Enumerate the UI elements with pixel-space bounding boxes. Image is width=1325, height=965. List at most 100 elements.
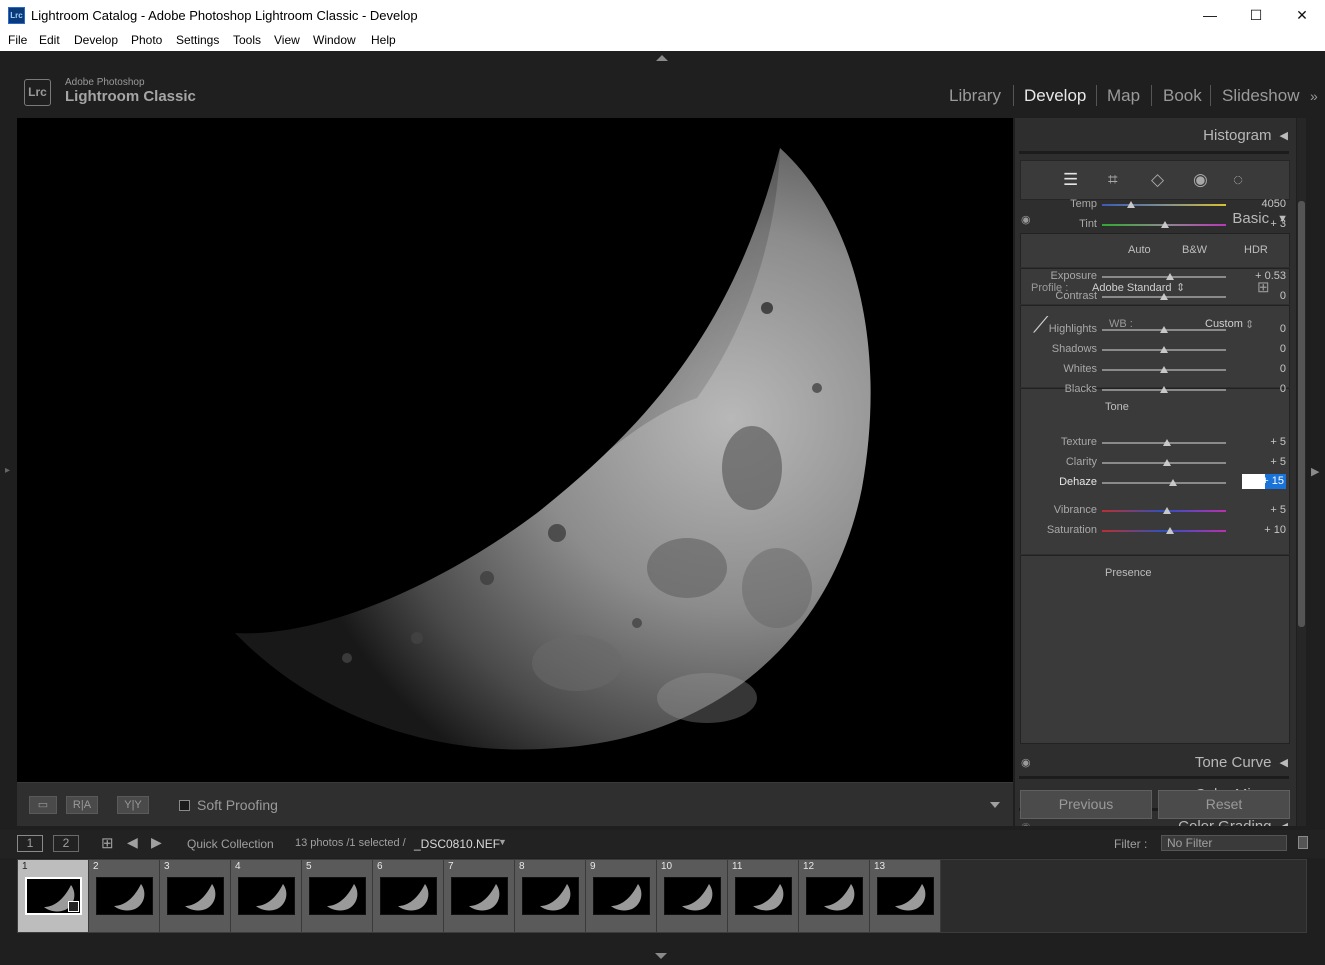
secondary-window-button[interactable]: 2 — [53, 835, 79, 852]
toolbar-content-dropdown-icon[interactable] — [990, 802, 1000, 808]
tone-curve-visibility-eye-icon[interactable]: ◉ — [1021, 756, 1031, 769]
filmstrip-thumbnail[interactable]: 9 — [586, 860, 657, 932]
slider-value-exposure[interactable]: + 0.53 — [1244, 270, 1286, 282]
loupe-view-button[interactable]: ▭ — [29, 796, 57, 814]
thumbnail-number: 11 — [732, 861, 743, 872]
slider-thumb-temp[interactable] — [1126, 201, 1135, 208]
minimize-button[interactable]: — — [1187, 0, 1233, 31]
menu-photo[interactable]: Photo — [131, 33, 162, 47]
slider-thumb-vibrance[interactable] — [1163, 507, 1172, 514]
more-modules-icon[interactable]: » — [1310, 88, 1318, 104]
menu-window[interactable]: Window — [313, 33, 356, 47]
slider-thumb-highlights[interactable] — [1160, 326, 1168, 333]
slider-thumb-blacks[interactable] — [1160, 386, 1168, 393]
menu-file[interactable]: File — [8, 33, 27, 47]
reset-button[interactable]: Reset — [1158, 790, 1290, 819]
slider-thumb-clarity[interactable] — [1163, 459, 1172, 466]
menu-view[interactable]: View — [274, 33, 300, 47]
slider-track-dehaze[interactable] — [1102, 482, 1226, 484]
slider-value-contrast[interactable]: 0 — [1244, 290, 1286, 302]
slider-track-temp[interactable] — [1102, 204, 1226, 206]
slider-thumb-dehaze[interactable] — [1169, 479, 1178, 486]
slider-value-highlights[interactable]: 0 — [1244, 323, 1286, 335]
slider-value-clarity[interactable]: + 5 — [1244, 456, 1286, 468]
filmstrip-thumbnail[interactable]: 4 — [231, 860, 302, 932]
right-panel-scroll-thumb[interactable] — [1298, 201, 1305, 627]
menu-edit[interactable]: Edit — [39, 33, 60, 47]
slider-thumb-saturation[interactable] — [1166, 527, 1175, 534]
soft-proofing-checkbox[interactable] — [179, 800, 190, 811]
hdr-button[interactable]: HDR — [1244, 244, 1268, 256]
maximize-button[interactable]: ☐ — [1233, 0, 1279, 31]
slider-value-tint[interactable]: + 3 — [1244, 218, 1286, 230]
slider-thumb-exposure[interactable] — [1166, 273, 1175, 280]
slider-value-whites[interactable]: 0 — [1244, 363, 1286, 375]
profile-updown-icon[interactable]: ⇕ — [1176, 281, 1185, 294]
filename-dropdown-icon[interactable]: ▼ — [498, 837, 507, 847]
filter-lock-icon[interactable] — [1298, 836, 1308, 849]
slider-value-shadows[interactable]: 0 — [1244, 343, 1286, 355]
before-after-left-right-button[interactable]: R|A — [66, 796, 98, 814]
filmstrip-thumbnail[interactable]: 10 — [657, 860, 728, 932]
slider-thumb-contrast[interactable] — [1160, 293, 1168, 300]
before-after-top-bottom-button[interactable]: Y|Y — [117, 796, 149, 814]
right-panel-toggle-icon[interactable]: ▶ — [1311, 465, 1319, 478]
module-library[interactable]: Library — [949, 86, 1001, 106]
filmstrip-source[interactable]: Quick Collection — [187, 837, 274, 851]
close-button[interactable]: ✕ — [1279, 0, 1325, 31]
filter-select[interactable]: No Filter — [1161, 835, 1287, 851]
filmstrip-thumbnail[interactable]: 6 — [373, 860, 444, 932]
slider-track-saturation[interactable] — [1102, 530, 1226, 532]
module-develop[interactable]: Develop — [1024, 86, 1086, 106]
back-arrow-icon[interactable]: ◀ — [127, 834, 138, 851]
filmstrip-thumbnail[interactable]: 11 — [728, 860, 799, 932]
photo-viewer[interactable] — [17, 118, 1013, 782]
left-panel-toggle-icon[interactable]: ▸ — [5, 465, 10, 476]
filmstrip-thumbnail[interactable]: 3 — [160, 860, 231, 932]
color-grading-visibility-eye-icon[interactable]: ◉ — [1021, 820, 1031, 826]
filmstrip-filename[interactable]: _DSC0810.NEF — [414, 837, 500, 851]
slider-thumb-tint[interactable] — [1161, 221, 1170, 228]
auto-button[interactable]: Auto — [1128, 244, 1151, 256]
grid-view-icon[interactable]: ⊞ — [101, 834, 114, 852]
module-map[interactable]: Map — [1107, 86, 1140, 106]
menu-tools[interactable]: Tools — [233, 33, 261, 47]
slider-value-saturation[interactable]: + 10 — [1244, 524, 1286, 536]
slider-value-temp[interactable]: 4050 — [1244, 198, 1286, 210]
slider-thumb-whites[interactable] — [1160, 366, 1168, 373]
tone-curve-panel-header[interactable]: Tone Curve ◀ — [1195, 754, 1288, 771]
filmstrip-thumbnail[interactable]: 13 — [870, 860, 941, 932]
top-panel-toggle-icon[interactable] — [656, 55, 668, 61]
bottom-panel-toggle-icon[interactable] — [655, 953, 667, 959]
filmstrip-thumbnail[interactable]: 8 — [515, 860, 586, 932]
bw-button[interactable]: B&W — [1182, 244, 1207, 256]
menu-settings[interactable]: Settings — [176, 33, 219, 47]
previous-button[interactable]: Previous — [1020, 790, 1152, 819]
slider-value-texture[interactable]: + 5 — [1244, 436, 1286, 448]
filmstrip-thumbnail[interactable]: 2 — [89, 860, 160, 932]
healing-eraser-icon[interactable]: ◇ — [1151, 170, 1164, 190]
menu-help[interactable]: Help — [371, 33, 396, 47]
presence-block: Presence — [1020, 555, 1290, 744]
red-eye-icon[interactable]: ◉ — [1193, 170, 1208, 190]
filmstrip-thumbnail[interactable]: 7 — [444, 860, 515, 932]
main-window-button[interactable]: 1 — [17, 835, 43, 852]
slider-value-vibrance[interactable]: + 5 — [1244, 504, 1286, 516]
slider-value-blacks[interactable]: 0 — [1244, 383, 1286, 395]
slider-thumb-texture[interactable] — [1163, 439, 1172, 446]
masking-icon[interactable]: ◌ — [1233, 170, 1243, 190]
module-book[interactable]: Book — [1163, 86, 1202, 106]
forward-arrow-icon[interactable]: ▶ — [151, 834, 162, 851]
slider-track-exposure[interactable] — [1102, 276, 1226, 278]
slider-value-dehaze[interactable]: + 15 — [1242, 474, 1286, 489]
edit-sliders-icon[interactable]: ☰ — [1063, 170, 1078, 190]
color-grading-panel-header[interactable]: Color Grading ◀ — [1178, 818, 1288, 826]
filmstrip-thumbnail[interactable]: 1 — [18, 860, 89, 932]
filmstrip-thumbnail[interactable]: 5 — [302, 860, 373, 932]
crop-icon[interactable]: ⌗ — [1108, 170, 1118, 190]
filmstrip-thumbnail[interactable]: 12 — [799, 860, 870, 932]
menu-develop[interactable]: Develop — [74, 33, 118, 47]
slider-thumb-shadows[interactable] — [1160, 346, 1168, 353]
module-slideshow[interactable]: Slideshow — [1222, 86, 1300, 106]
histogram-panel-header[interactable]: Histogram ◀ — [1203, 127, 1288, 144]
